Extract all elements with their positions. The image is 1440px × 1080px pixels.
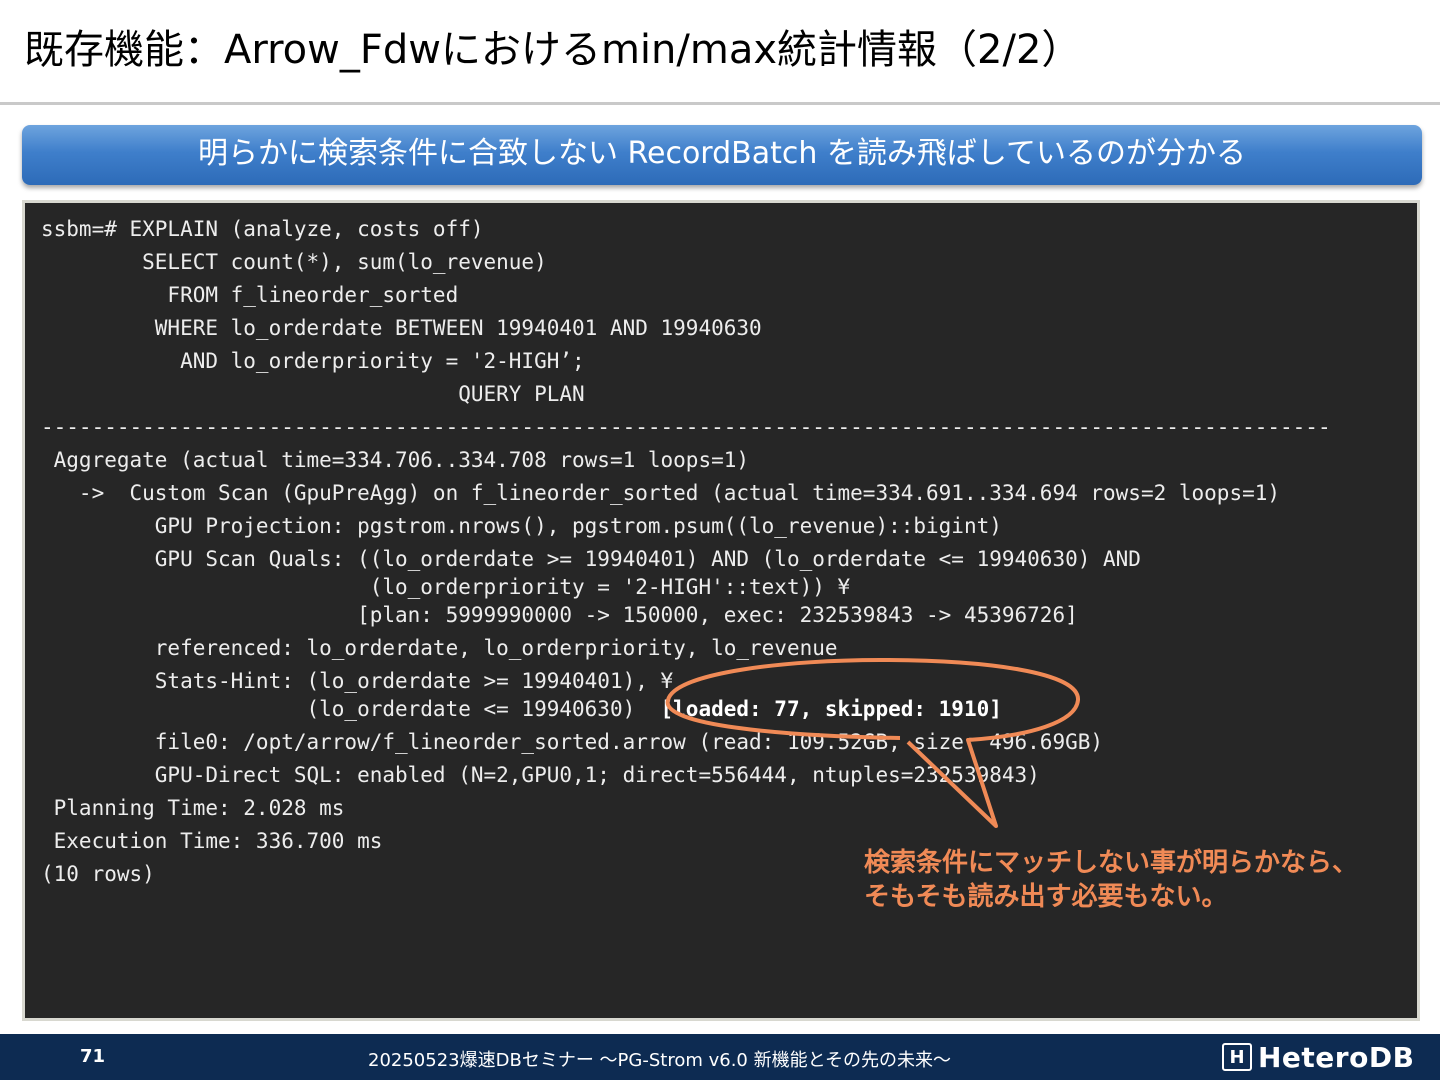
- page-number: 71: [80, 1046, 106, 1067]
- loaded-skipped-highlight: [loaded: 77, skipped: 1910]: [660, 697, 1002, 721]
- logo-text: HeteroDB: [1258, 1040, 1415, 1074]
- code-line: file0: /opt/arrow/f_lineorder_sorted.arr…: [41, 730, 1104, 754]
- code-line: (lo_orderpriority = '2-HIGH'::text)) ¥: [41, 575, 851, 599]
- code-line: ssbm=# EXPLAIN (analyze, costs off): [41, 217, 484, 241]
- code-line: [plan: 5999990000 -> 150000, exec: 23253…: [41, 603, 1078, 627]
- code-line: ----------------------------------------…: [41, 415, 1331, 439]
- callout-line: 検索条件にマッチしない事が明らかなら、: [864, 848, 1359, 878]
- code-line: AND lo_orderpriority = '2-HIGH’;: [41, 349, 585, 373]
- heterodb-logo: H HeteroDB: [1222, 1040, 1414, 1074]
- code-line: GPU Scan Quals: ((lo_orderdate >= 199404…: [41, 547, 1141, 571]
- code-line: GPU-Direct SQL: enabled (N=2,GPU0,1; dir…: [41, 763, 1040, 787]
- logo-mark-icon: H: [1222, 1043, 1252, 1071]
- code-line: (lo_orderdate <= 19940630) [loaded: 77, …: [41, 693, 1331, 726]
- code-line: FROM f_lineorder_sorted: [41, 283, 459, 307]
- explain-output: ssbm=# EXPLAIN (analyze, costs off) SELE…: [41, 213, 1331, 891]
- code-line: QUERY PLAN: [41, 382, 585, 406]
- code-line: Stats-Hint: (lo_orderdate >= 19940401), …: [41, 669, 674, 693]
- code-line: -> Custom Scan (GpuPreAgg) on f_lineorde…: [41, 481, 1281, 505]
- callout-text: 検索条件にマッチしない事が明らかなら、 そもそも読み出す必要もない。: [864, 846, 1358, 914]
- callout-line: そもそも読み出す必要もない。: [864, 882, 1228, 912]
- code-line: WHERE lo_orderdate BETWEEN 19940401 AND …: [41, 316, 762, 340]
- headline-banner: 明らかに検索条件に合致しない RecordBatch を読み飛ばしているのが分か…: [22, 125, 1422, 185]
- code-line: referenced: lo_orderdate, lo_orderpriori…: [41, 636, 838, 660]
- code-line: Planning Time: 2.028 ms: [41, 796, 345, 820]
- code-line: SELECT count(*), sum(lo_revenue): [41, 250, 547, 274]
- code-line: Aggregate (actual time=334.706..334.708 …: [41, 448, 750, 472]
- title-divider: [0, 102, 1440, 105]
- slide-title: 既存機能：Arrow_Fdwにおけるmin/max統計情報（2/2）: [24, 27, 1082, 73]
- stats-hint-line: (lo_orderdate <= 19940630): [41, 697, 661, 721]
- footer-caption: 20250523爆速DBセミナー ～PG-Strom v6.0 新機能とその先の…: [368, 1050, 952, 1071]
- code-line: GPU Projection: pgstrom.nrows(), pgstrom…: [41, 514, 1002, 538]
- footer-bar: 71 20250523爆速DBセミナー ～PG-Strom v6.0 新機能とそ…: [0, 1034, 1440, 1080]
